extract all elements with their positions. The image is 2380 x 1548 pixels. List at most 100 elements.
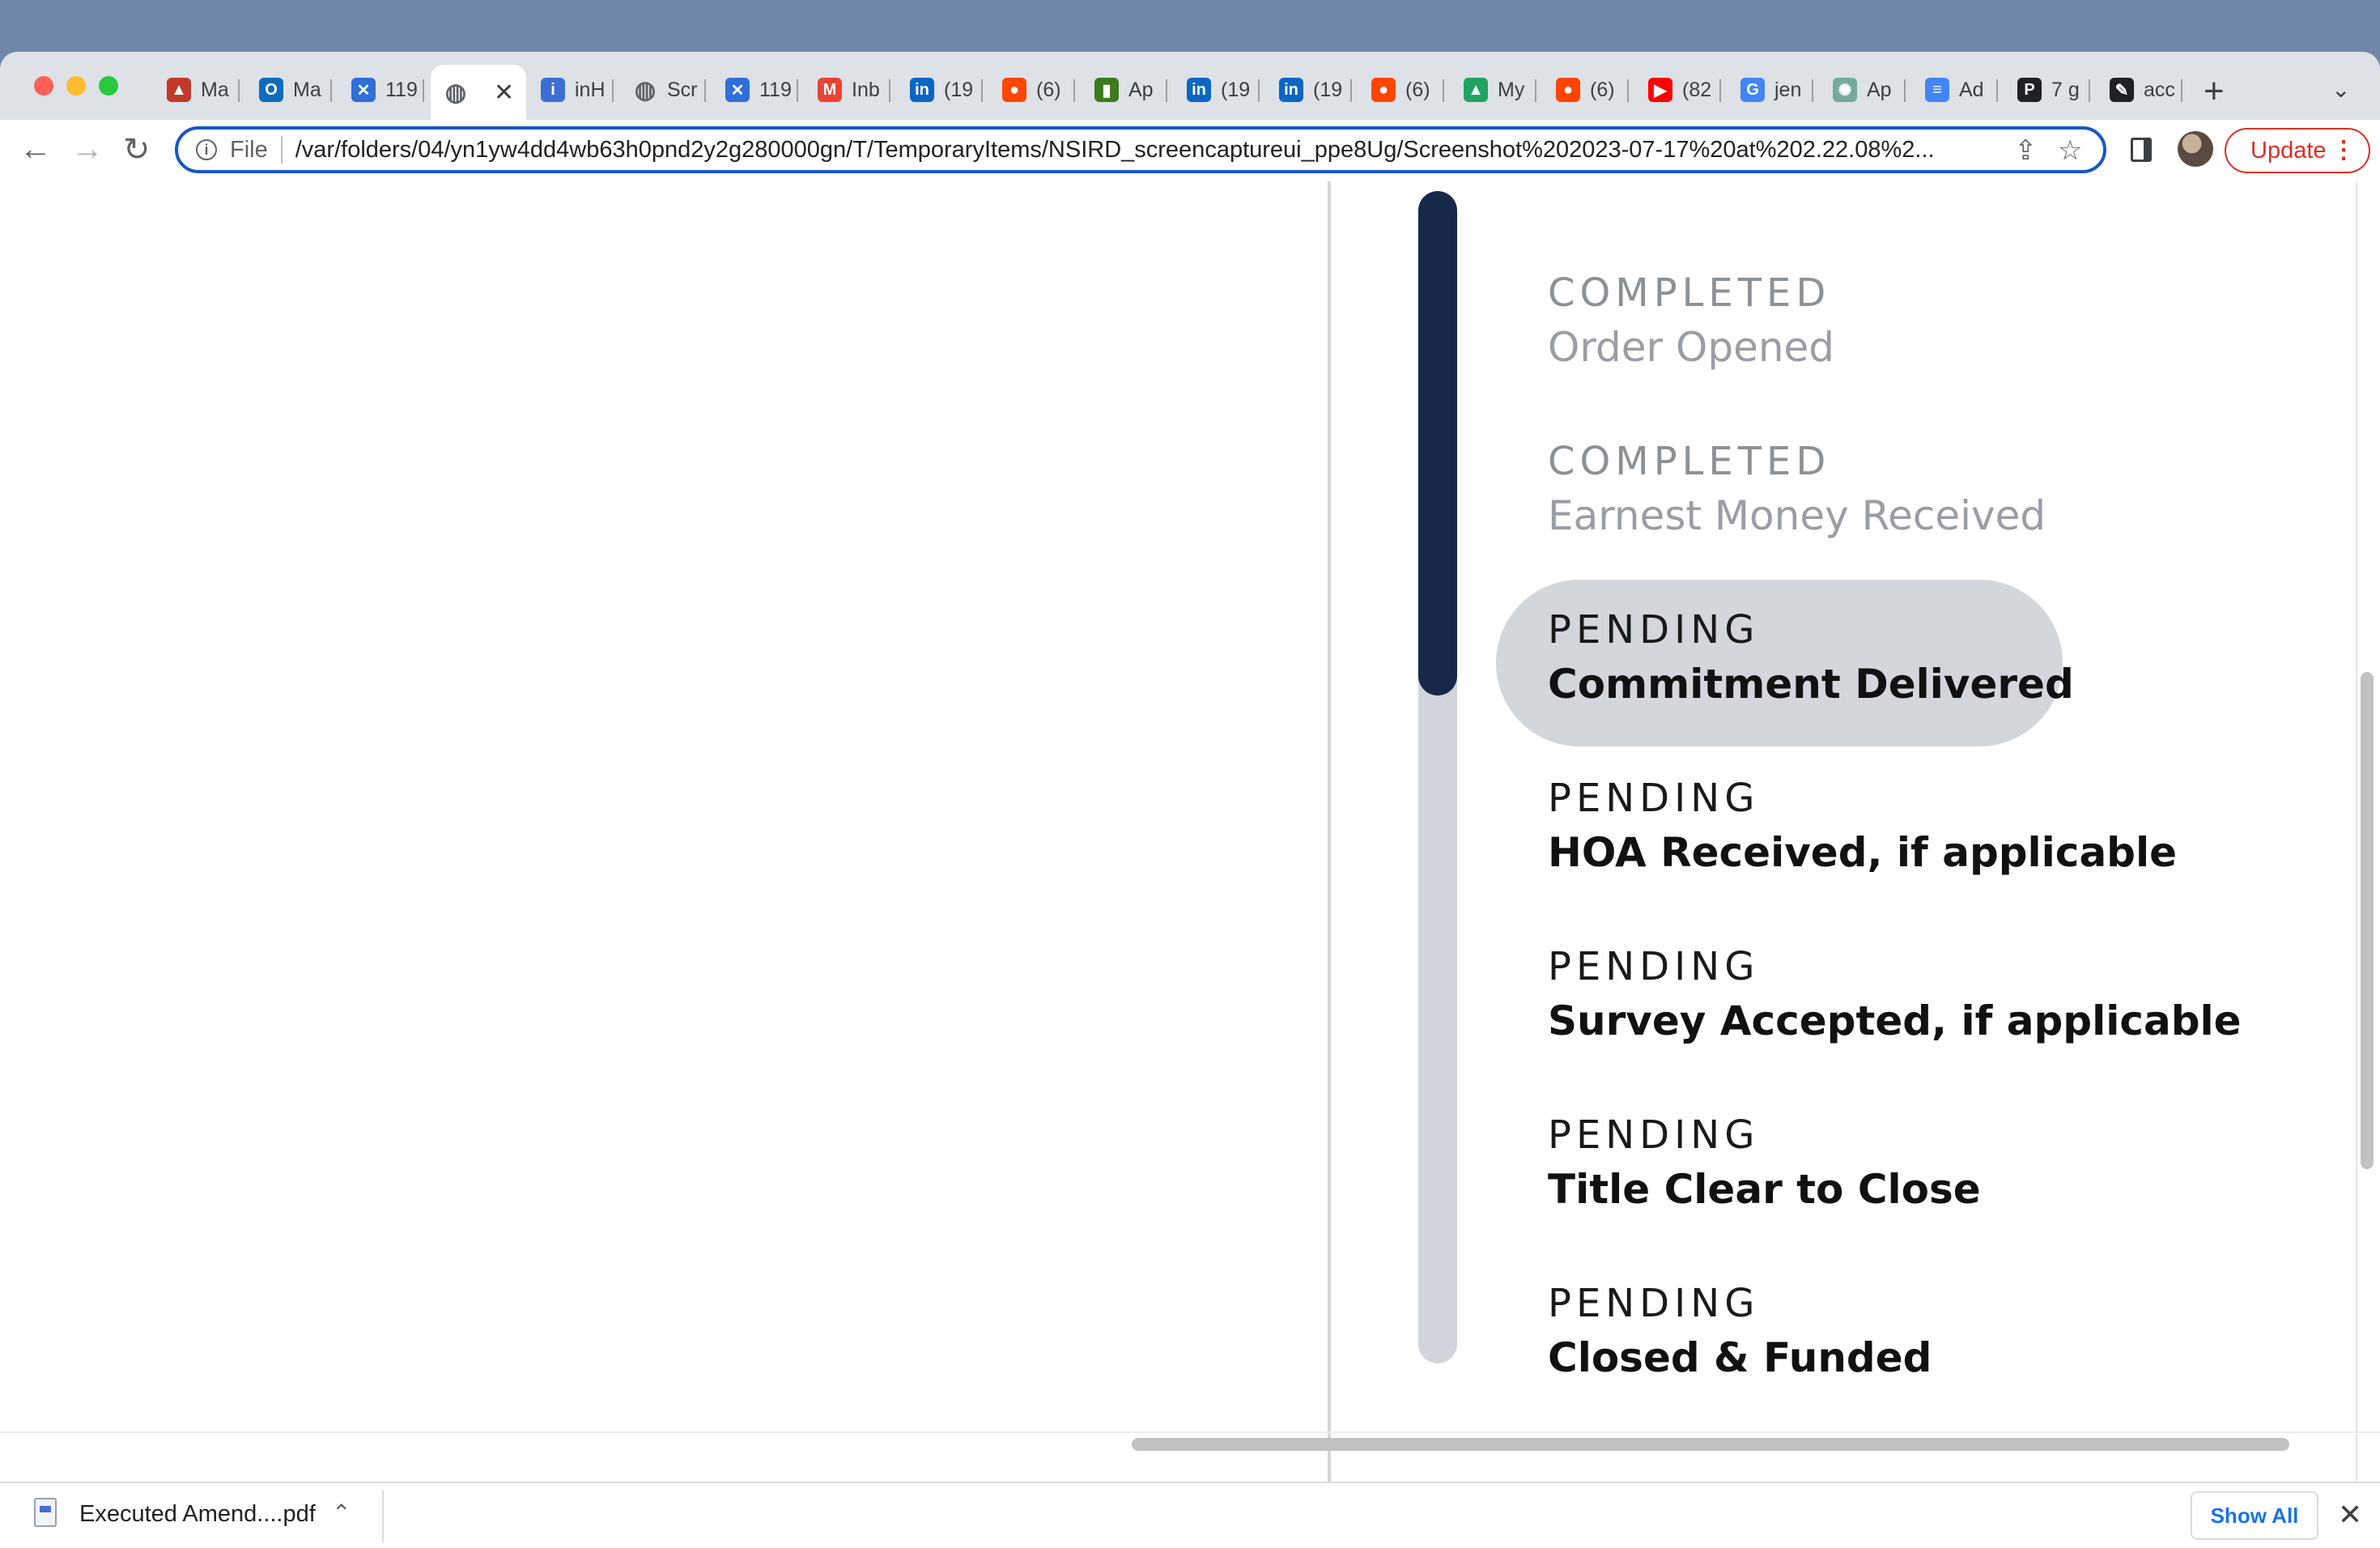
reddit-icon: ● xyxy=(1002,78,1026,102)
tab-label: 119 xyxy=(385,78,418,101)
tab-label: Ap xyxy=(1867,78,1892,101)
tab-separator xyxy=(612,79,614,102)
jira-icon: ✕ xyxy=(725,78,750,102)
browser-tab[interactable]: ✎ acc xyxy=(2097,70,2182,110)
url-text[interactable]: /var/folders/04/yn1yw4dd4wb63h0pnd2y2g28… xyxy=(295,137,1955,164)
browser-tab[interactable]: ✺ Ap xyxy=(1820,70,1906,110)
download-item-name[interactable]: Executed Amend....pdf xyxy=(79,1501,316,1528)
update-label: Update xyxy=(2250,137,2327,164)
step-title: HOA Received, if applicable xyxy=(1548,829,2178,876)
step-title: Earnest Money Received xyxy=(1548,492,2046,539)
tab-label: (82 xyxy=(1682,78,1712,101)
browser-tab[interactable]: ▲ Ma xyxy=(154,70,240,110)
tab-label: 7 g xyxy=(2051,78,2080,101)
browser-tab[interactable]: ● (6) xyxy=(1358,70,1444,110)
browser-tab[interactable]: ▲ My xyxy=(1451,70,1536,110)
tab-separator xyxy=(238,79,240,102)
close-shelf-icon[interactable]: ✕ xyxy=(2338,1498,2362,1532)
reddit-icon: ● xyxy=(1556,78,1580,102)
address-divider xyxy=(280,136,283,164)
browser-tab[interactable]: ▶ (82 xyxy=(1635,70,1721,110)
docs-icon: ≡ xyxy=(1925,78,1949,102)
tab-separator xyxy=(2181,79,2182,102)
show-all-button[interactable]: Show All xyxy=(2191,1491,2318,1540)
globe-icon: ◍ xyxy=(444,79,467,106)
globe-icon: ◍ xyxy=(634,76,657,104)
tab-separator xyxy=(1627,79,1629,102)
tab-separator xyxy=(330,79,332,102)
horizontal-scrollbar[interactable] xyxy=(1132,1438,2289,1451)
tab-label: (19 xyxy=(1221,78,1251,101)
bookmark-star-icon[interactable]: ☆ xyxy=(2058,134,2082,167)
browser-tab[interactable]: Gjen xyxy=(1728,70,1813,110)
browser-tab[interactable]: M Inb xyxy=(805,70,890,110)
tab-label: Scr xyxy=(667,78,698,101)
back-button[interactable]: ← xyxy=(19,131,52,168)
tab-separator xyxy=(797,79,798,102)
share-icon[interactable]: ⇪ xyxy=(2014,134,2038,167)
tab-label: jen xyxy=(1774,78,1802,101)
tab-label: Ma xyxy=(201,78,229,101)
browser-tab[interactable]: P 7 g xyxy=(2004,70,2090,110)
close-window-button[interactable] xyxy=(34,76,53,96)
linkedin-icon: in xyxy=(910,78,934,102)
browser-tab[interactable]: O Ma xyxy=(246,70,332,110)
tab-label: Ad xyxy=(1959,78,1984,101)
tab-separator xyxy=(1535,79,1536,102)
browser-tab[interactable]: ◍ Scr xyxy=(620,70,706,110)
reload-button[interactable]: ↻ xyxy=(123,131,151,168)
step-status: COMPLETED xyxy=(1548,270,1831,316)
drive-icon: ▲ xyxy=(1464,78,1488,102)
browser-window: ▲ Ma O Ma ✕ 119 ◍ ✕ i inH ◍ Scr ✕ 119 M Inb in (19 ● (6) ▮ Ap… xyxy=(0,52,2380,1548)
new-tab-button[interactable]: + xyxy=(2204,71,2225,112)
browser-tab[interactable]: ✕ 119 xyxy=(338,70,424,110)
download-divider xyxy=(382,1490,384,1543)
tab-separator xyxy=(889,79,890,102)
tab-label: (19 xyxy=(1313,78,1343,101)
tab-label: (6) xyxy=(1590,78,1615,101)
browser-tab[interactable]: ◍ ✕ xyxy=(431,65,526,120)
chevron-up-icon[interactable]: ⌃ xyxy=(332,1499,351,1526)
step-title: Title Clear to Close xyxy=(1548,1166,1981,1213)
browser-tab[interactable]: ● (6) xyxy=(989,70,1075,110)
linkedin-icon: in xyxy=(1187,78,1211,102)
step-status: PENDING xyxy=(1548,1112,1760,1158)
tab-separator xyxy=(1443,79,1444,102)
page-edge xyxy=(2356,181,2357,1482)
step-status: PENDING xyxy=(1548,607,1760,653)
browser-tab[interactable]: i inH xyxy=(528,70,614,110)
browser-tab[interactable]: ≡ Ad xyxy=(1912,70,1998,110)
tab-label: Ap xyxy=(1128,78,1154,101)
browser-tab[interactable]: in (19 xyxy=(1174,70,1260,110)
tab-label: Ma xyxy=(293,78,321,101)
minimize-window-button[interactable] xyxy=(66,76,86,96)
update-button[interactable]: Update ⋮ xyxy=(2225,128,2370,173)
browser-tab[interactable]: ✕ 119 xyxy=(712,70,798,110)
download-shelf: Executed Amend....pdf ⌃ Show All ✕ xyxy=(0,1482,2380,1548)
browser-tab[interactable]: ▮ Ap xyxy=(1082,70,1167,110)
step-title: Survey Accepted, if applicable xyxy=(1548,997,2242,1044)
forward-button[interactable]: → xyxy=(71,131,104,168)
tab-search-button[interactable]: ⌄ xyxy=(2331,76,2350,103)
timeline-step: COMPLETED Order Opened xyxy=(1548,267,1834,376)
address-bar[interactable]: i File /var/folders/04/yn1yw4dd4wb63h0pn… xyxy=(175,126,2106,173)
browser-tab[interactable]: ● (6) xyxy=(1543,70,1629,110)
timeline-step: COMPLETED Earnest Money Received xyxy=(1548,436,2046,544)
profile-avatar[interactable] xyxy=(2178,131,2213,167)
site-info-icon[interactable]: i xyxy=(196,139,217,160)
android-icon: ▮ xyxy=(1094,78,1119,102)
google-icon: G xyxy=(1740,78,1765,102)
tab-label: My xyxy=(1498,78,1525,101)
step-title: Commitment Delivered xyxy=(1548,661,2074,708)
progress-fill xyxy=(1418,191,1457,695)
more-menu-icon[interactable]: ⋮ xyxy=(2331,136,2356,164)
vertical-scrollbar[interactable] xyxy=(2361,672,2374,1169)
browser-tab[interactable]: in (19 xyxy=(897,70,983,110)
browser-tab[interactable]: in (19 xyxy=(1266,70,1352,110)
maximize-window-button[interactable] xyxy=(99,76,118,96)
tab-strip: ▲ Ma O Ma ✕ 119 ◍ ✕ i inH ◍ Scr ✕ 119 M Inb in (19 ● (6) ▮ Ap… xyxy=(0,52,2380,120)
tab-separator xyxy=(423,79,424,102)
close-tab-icon[interactable]: ✕ xyxy=(494,79,514,107)
side-panel-icon[interactable] xyxy=(2131,138,2152,162)
tab-separator xyxy=(704,79,706,102)
